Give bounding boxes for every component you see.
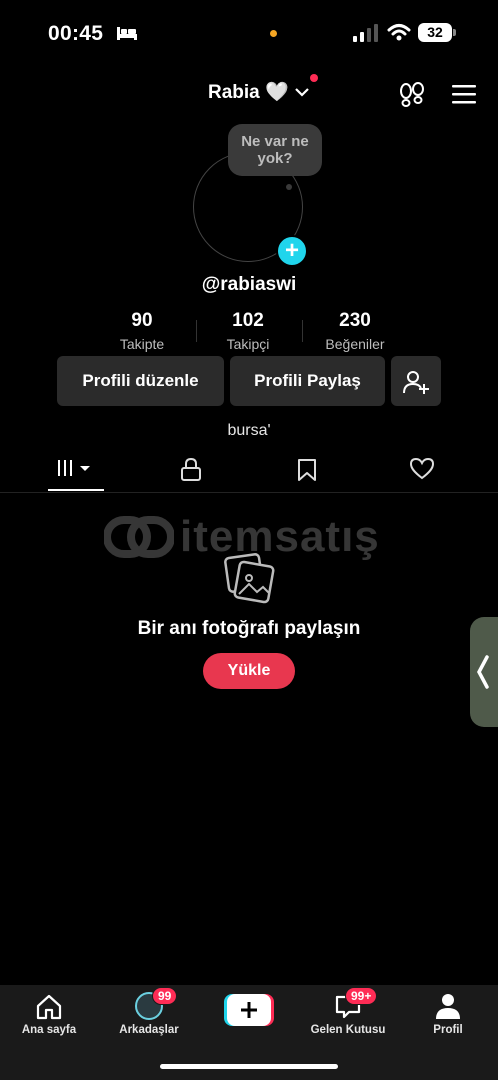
note-bubble[interactable]: Ne var ne yok?: [228, 124, 322, 176]
heart-icon: [410, 458, 434, 480]
stat-label: Takipçi: [226, 336, 270, 352]
nav-home[interactable]: Ana sayfa: [4, 990, 94, 1036]
profile-handle: @rabiaswi: [201, 274, 297, 295]
nav-label: Arkadaşlar: [119, 1024, 179, 1036]
nav-friends[interactable]: 99 Arkadaşlar: [104, 987, 194, 1036]
chevron-down-icon: [294, 88, 309, 97]
bed-icon: [117, 27, 137, 40]
home-indicator: [160, 1064, 338, 1069]
side-panel-handle[interactable]: [470, 617, 498, 727]
notification-badge: 99+: [345, 987, 378, 1005]
footprint-icon[interactable]: [398, 82, 426, 108]
share-profile-button[interactable]: Profili Paylaş: [230, 356, 385, 406]
photos-icon: [224, 553, 275, 604]
notification-dot: [310, 74, 318, 82]
signal-icon: [353, 24, 378, 42]
battery-indicator: 32: [418, 23, 456, 42]
privacy-indicator-dot: [270, 30, 277, 37]
stat-label: Takipte: [119, 336, 165, 352]
nav-profile[interactable]: Profil: [403, 990, 493, 1036]
tab-liked[interactable]: [394, 454, 450, 490]
active-tab-indicator: [48, 489, 104, 491]
home-icon: [36, 994, 62, 1020]
divider: [0, 492, 498, 493]
stat-value: 90: [131, 310, 153, 331]
note-bubble-tail: [286, 184, 292, 190]
tab-private[interactable]: [163, 454, 219, 490]
create-post-button[interactable]: [224, 994, 274, 1026]
add-avatar-button[interactable]: +: [276, 235, 308, 267]
tab-saved[interactable]: [279, 454, 335, 490]
stat-following[interactable]: 90 Takipte: [87, 310, 197, 352]
bookmark-icon: [298, 459, 316, 481]
header-username: Rabia 🤍: [208, 82, 289, 103]
watermark-text: itemsatış: [180, 512, 380, 561]
upload-button[interactable]: Yükle: [203, 653, 295, 689]
watermark-logo-icon: [104, 516, 174, 558]
profile-icon: [436, 994, 460, 1019]
nav-label: Ana sayfa: [21, 1024, 77, 1036]
nav-inbox[interactable]: 99+ Gelen Kutusu: [303, 987, 393, 1036]
stat-likes[interactable]: 230 Beğeniler: [300, 310, 410, 352]
tab-videos[interactable]: [48, 454, 104, 490]
chevron-left-icon: [477, 655, 489, 689]
stat-label: Beğeniler: [325, 336, 385, 352]
status-time: 00:45: [48, 22, 104, 45]
wifi-icon: [387, 24, 411, 41]
lock-icon: [181, 458, 201, 481]
hamburger-menu-icon[interactable]: [452, 84, 476, 104]
account-switcher[interactable]: Rabia 🤍: [208, 80, 309, 104]
edit-profile-button[interactable]: Profili düzenle: [57, 356, 224, 406]
empty-state-title: Bir anı fotoğrafı paylaşın: [137, 618, 361, 639]
add-friend-button[interactable]: [391, 356, 441, 406]
stat-followers[interactable]: 102 Takipçi: [193, 310, 303, 352]
add-user-icon: [403, 371, 429, 394]
notification-badge: 99: [152, 987, 178, 1005]
nav-label: Gelen Kutusu: [310, 1024, 386, 1036]
stat-value: 230: [339, 310, 371, 331]
profile-bio: bursa': [227, 422, 271, 439]
nav-label: Profil: [433, 1024, 463, 1036]
grid-icon: [58, 460, 90, 476]
stat-value: 102: [232, 310, 264, 331]
